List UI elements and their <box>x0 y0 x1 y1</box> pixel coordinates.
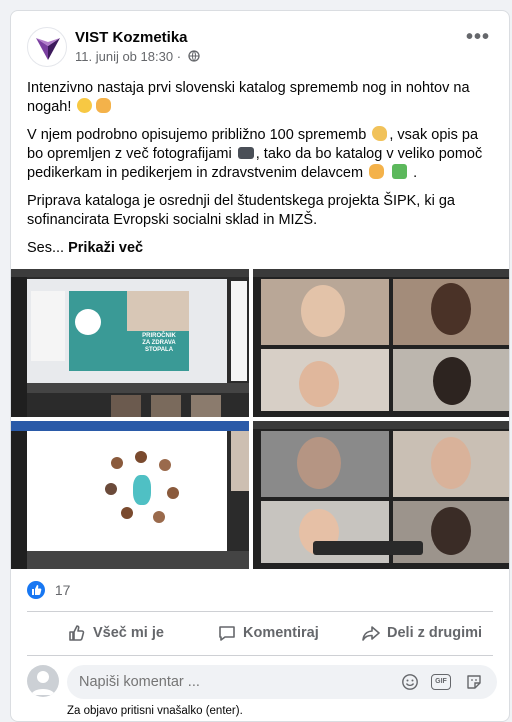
like-reaction-icon <box>27 581 45 600</box>
post-card: VIST Kozmetika 11. junij ob 18:30 · ••• … <box>10 10 510 722</box>
globe-icon <box>188 50 200 65</box>
camera-emoji-icon <box>237 147 254 159</box>
like-button[interactable]: Všeč mi je <box>67 615 164 651</box>
photo-2[interactable] <box>253 269 509 417</box>
user-avatar[interactable] <box>27 665 59 697</box>
check-emoji-icon <box>392 164 408 179</box>
share-button[interactable]: Deli z drugimi <box>361 615 482 651</box>
grin-emoji-icon <box>77 98 93 113</box>
slide-title-line3: STOPALA <box>144 347 174 353</box>
reaction-summary[interactable]: 17 <box>27 581 70 601</box>
foot-emoji-icon <box>372 126 388 141</box>
share-arrow-icon <box>362 626 380 641</box>
comment-box: GIF <box>67 665 497 699</box>
post-header: VIST Kozmetika 11. junij ob 18:30 · ••• <box>27 27 497 71</box>
slide-title-line1: PRIROČNIK <box>142 333 176 339</box>
post-paragraph-1: Intenzivno nastaja prvi slovenski katalo… <box>27 80 470 115</box>
clap-emoji-icon <box>96 98 112 113</box>
post-meta: 11. junij ob 18:30 · <box>75 49 200 65</box>
post-paragraph-truncated: Ses... Prikaži več <box>27 240 144 256</box>
photo-4[interactable] <box>253 421 509 569</box>
divider <box>27 611 493 612</box>
sticker-icon[interactable] <box>465 673 483 691</box>
action-bar: Všeč mi je Komentiraj Deli z drugimi <box>27 615 493 651</box>
photo-1[interactable]: PRIROČNIK ZA ZDRAVA STOPALA <box>11 269 249 417</box>
meta-separator: · <box>176 49 182 64</box>
more-options-button[interactable]: ••• <box>463 27 493 55</box>
post-date[interactable]: 11. junij ob 18:30 <box>75 49 173 64</box>
photo-3[interactable] <box>11 421 249 569</box>
vist-logo-icon <box>36 38 60 60</box>
comment-button[interactable]: Komentiraj <box>217 615 319 651</box>
page-avatar[interactable] <box>27 27 67 67</box>
comment-input[interactable] <box>79 665 379 699</box>
comment-hint: Za objavo pritisni vnašalko (enter). <box>67 705 243 717</box>
post-body: Intenzivno nastaja prvi slovenski katalo… <box>27 79 495 267</box>
thumbs-up-emoji-icon <box>369 164 385 179</box>
post-paragraph-3: Priprava kataloga je osrednji del študen… <box>27 193 455 228</box>
post-paragraph-2: V njem podrobno opisujemo približno 100 … <box>27 126 483 181</box>
like-count: 17 <box>54 582 71 599</box>
comment-composer: GIF <box>27 665 497 699</box>
slide-title-line2: ZA ZDRAVA <box>142 340 176 346</box>
photo-grid: PRIROČNIK ZA ZDRAVA STOPALA <box>11 269 509 569</box>
divider <box>27 655 493 656</box>
page-name[interactable]: VIST Kozmetika <box>75 29 188 46</box>
smiley-icon[interactable] <box>401 673 419 691</box>
comment-icon <box>219 626 235 641</box>
thumbs-up-icon <box>69 625 85 641</box>
gif-icon[interactable]: GIF <box>431 674 451 690</box>
see-more-link[interactable]: Prikaži več <box>68 240 143 256</box>
